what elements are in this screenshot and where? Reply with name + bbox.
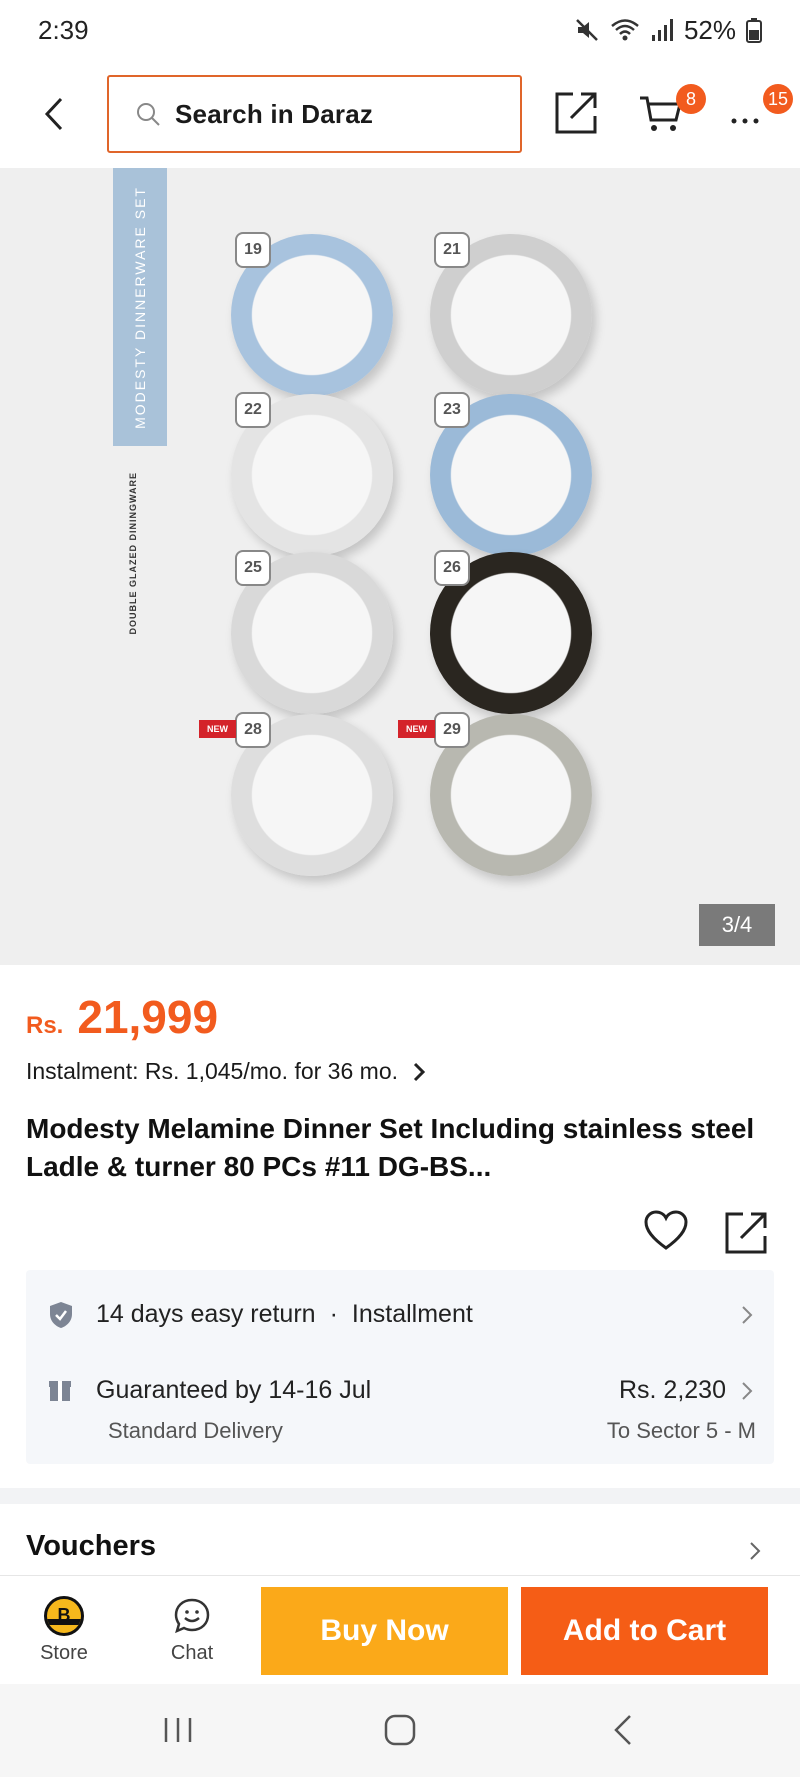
guarantee-text: Guaranteed by 14-16 Jul (96, 1376, 372, 1404)
status-icons: 52% (574, 15, 762, 46)
vouchers-heading[interactable]: Vouchers (26, 1530, 156, 1563)
instalment-text: Instalment: Rs. 1,045/mo. for 36 mo. (26, 1058, 398, 1084)
share-icon (725, 1212, 767, 1254)
side-subtitle-wrap: DOUBLE GLAZED DININGWARE (128, 458, 138, 648)
more-dots-icon (731, 118, 759, 124)
chevron-right-icon (742, 1381, 753, 1400)
plate-number: 22 (235, 392, 271, 428)
wishlist-button[interactable] (644, 1210, 688, 1252)
recent-apps-icon[interactable] (158, 1710, 198, 1750)
status-bar: 2:39 52% (0, 0, 800, 60)
battery-icon (746, 18, 762, 43)
package-icon (49, 1380, 71, 1401)
search-icon (137, 103, 160, 126)
back-arrow-icon (44, 97, 63, 131)
side-subtitle: DOUBLE GLAZED DININGWARE (128, 471, 138, 635)
store-button[interactable]: B Store (24, 1596, 104, 1676)
chat-button[interactable]: Chat (152, 1596, 232, 1676)
return-policy-row[interactable]: 14 days easy return · Installment (26, 1300, 774, 1329)
shield-check-icon (50, 1301, 72, 1328)
buy-now-button[interactable]: Buy Now (261, 1587, 508, 1675)
notification-count-badge: 15 (763, 84, 793, 114)
delivery-card: 14 days easy return · Installment Guaran… (26, 1270, 774, 1464)
return-text: 14 days easy return (96, 1300, 316, 1328)
separator-dot: · (329, 1300, 338, 1328)
store-logo-icon: B (44, 1596, 84, 1636)
section-divider (0, 1488, 800, 1504)
search-placeholder: Search in Daraz (175, 98, 374, 129)
image-counter: 3/4 (699, 904, 775, 946)
chevron-right-icon (742, 1305, 753, 1324)
mute-icon (576, 19, 598, 41)
side-title-tab: MODESTY DINNERWARE SET (113, 168, 167, 446)
back-nav-icon[interactable] (604, 1710, 644, 1750)
plate-number: 21 (434, 232, 470, 268)
installment-text: Installment (351, 1300, 473, 1328)
add-to-cart-button[interactable]: Add to Cart (521, 1587, 768, 1675)
signal-icon (651, 19, 673, 41)
plate-number: 28 (235, 712, 271, 748)
chat-label: Chat (170, 1642, 214, 1664)
plate-number: 25 (235, 550, 271, 586)
chevron-right-icon (413, 1062, 426, 1081)
instalment-link[interactable]: Instalment: Rs. 1,045/mo. for 36 mo. (26, 1058, 426, 1085)
chat-icon (174, 1598, 210, 1634)
plate-number: 29 (434, 712, 470, 748)
share-icon (555, 92, 597, 134)
status-time: 2:39 (38, 14, 89, 45)
back-button[interactable] (36, 92, 72, 136)
top-nav: Search in Daraz 8 15 (0, 60, 800, 168)
delivery-type: Standard Delivery (108, 1418, 283, 1443)
product-price: 21,999 (77, 991, 219, 1043)
battery-percent: 52% (683, 14, 736, 45)
cart-count-badge: 8 (676, 84, 706, 114)
plate-number: 19 (235, 232, 271, 268)
shipping-price: Rs. 2,230 (618, 1376, 726, 1404)
store-label: Store (40, 1642, 88, 1664)
chevron-right-icon[interactable] (748, 1540, 762, 1562)
product-image-carousel[interactable]: MODESTY DINNERWARE SET DOUBLE GLAZED DIN… (0, 168, 800, 965)
side-title: MODESTY DINNERWARE SET (132, 185, 148, 429)
wifi-icon (611, 19, 639, 41)
plate-number: 23 (434, 392, 470, 428)
home-icon[interactable] (380, 1710, 420, 1750)
shipping-destination: To Sector 5 - M (606, 1418, 756, 1443)
share-button-top[interactable] (553, 90, 599, 136)
price-currency: Rs. (26, 1012, 64, 1039)
plate-number: 26 (434, 550, 470, 586)
system-navigation-bar (0, 1684, 800, 1777)
product-title: Modesty Melamine Dinner Set Including st… (26, 1113, 755, 1182)
new-tag: NEW (199, 720, 236, 738)
bottom-action-bar: B Store Chat Buy Now Add to Cart (0, 1575, 800, 1683)
search-input[interactable]: Search in Daraz (107, 75, 522, 153)
new-tag: NEW (398, 720, 435, 738)
share-button[interactable] (723, 1210, 769, 1256)
price-row: Rs. 21,999 (26, 990, 218, 1044)
heart-icon (644, 1210, 688, 1250)
